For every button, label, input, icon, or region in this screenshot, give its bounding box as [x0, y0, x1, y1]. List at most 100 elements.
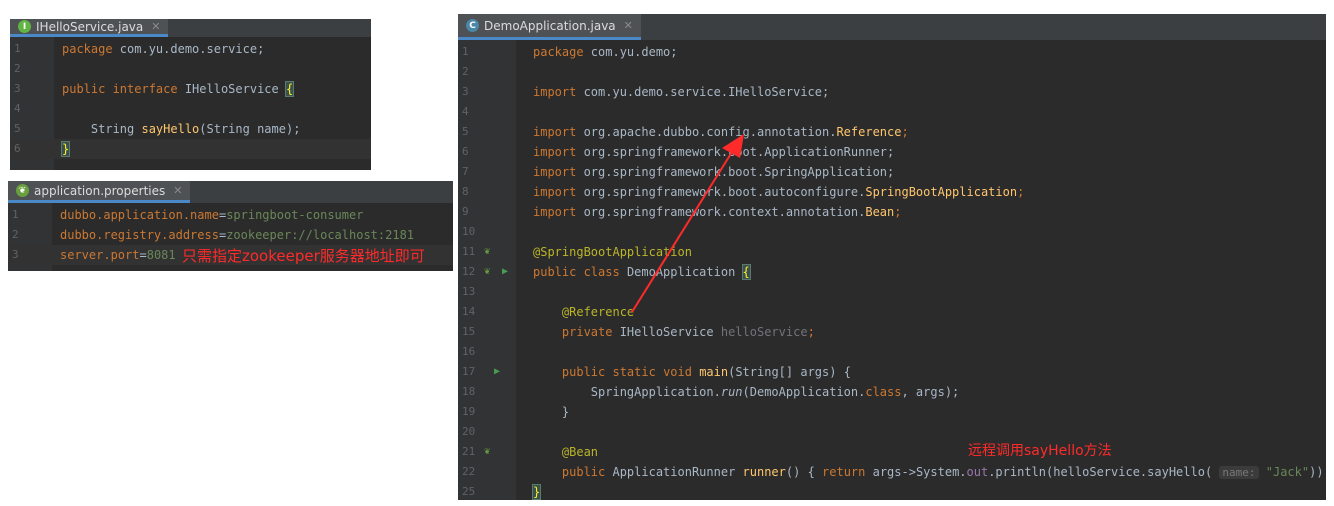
code-token: org.springframework.boot.ApplicationRunn…: [583, 145, 895, 159]
code-token: zookeeper://localhost:2181: [226, 228, 415, 242]
code-token: =: [139, 248, 147, 262]
code-text: package com.yu.demo.service;: [62, 39, 264, 59]
tab-application-properties[interactable]: ❦ application.properties ✕: [8, 181, 191, 203]
line-number: 20: [462, 425, 476, 438]
code-line[interactable]: 11 @SpringBootApplication ❦: [458, 242, 1326, 262]
line-number: 15: [462, 325, 476, 338]
code-line[interactable]: 17 public static void main(String[] args…: [458, 362, 1326, 382]
spring-bean-icon[interactable]: ❦: [484, 242, 490, 262]
code-line[interactable]: 6}: [10, 139, 371, 159]
code-line[interactable]: 16: [458, 342, 1326, 362]
code-line[interactable]: 13: [458, 282, 1326, 302]
line-number: 14: [462, 305, 476, 318]
spring-bean-icon[interactable]: ❦: [484, 442, 490, 462]
code-line[interactable]: 25}: [458, 482, 1326, 500]
code-token: IHelloService: [184, 82, 286, 96]
code-area[interactable]: 1 package com.yu.demo.service; 2 3 public in…: [10, 39, 371, 170]
code-line[interactable]: 4: [10, 99, 371, 119]
code-line[interactable]: 10: [458, 222, 1326, 242]
line-number: 5: [14, 122, 21, 135]
run-icon[interactable]: ▶: [494, 362, 500, 382]
code-token: SpringApplication.: [533, 385, 721, 399]
line-number: 8: [462, 185, 469, 198]
code-line[interactable]: 14 @Reference: [458, 302, 1326, 322]
line-number: 3: [12, 248, 19, 261]
code-line[interactable]: 4: [458, 102, 1326, 122]
tab-demoapplication[interactable]: C DemoApplication.java ✕: [458, 14, 641, 40]
code-line[interactable]: 1 package com.yu.demo;: [458, 42, 1326, 62]
code-token: (String[] args) {: [728, 365, 851, 379]
code-line[interactable]: 15 private IHelloService helloService;: [458, 322, 1326, 342]
code-text: public ApplicationRunner runner() { retu…: [533, 462, 1326, 483]
code-token: dubbo.application.name: [60, 208, 219, 222]
line-number: 5: [462, 125, 469, 138]
spring-leaf-icon: ❦: [16, 184, 29, 197]
close-icon[interactable]: ✕: [624, 19, 633, 32]
code-token: import: [533, 165, 584, 179]
code-token: "Jack": [1265, 465, 1310, 479]
code-token: class: [865, 385, 902, 399]
code-line[interactable]: 3 import com.yu.demo.service.IHelloServic…: [458, 82, 1326, 102]
code-text: String sayHello(String name);: [62, 119, 301, 139]
code-text: import org.springframework.boot.autoconf…: [533, 182, 1024, 202]
code-line[interactable]: 12 public class DemoApplication {❦ ▶: [458, 262, 1326, 282]
code-line[interactable]: 2 dubbo.registry.address=zookeeper://loca…: [8, 225, 453, 245]
code-token: void: [663, 365, 700, 379]
code-token: public: [533, 265, 584, 279]
code-text: public interface IHelloService {: [62, 79, 295, 99]
code-line[interactable]: 2: [458, 62, 1326, 82]
code-token: public: [533, 365, 613, 379]
code-token: helloService: [720, 325, 808, 339]
code-line[interactable]: 19 }: [458, 402, 1326, 422]
code-line[interactable]: 21 @Bean ❦: [458, 442, 1326, 462]
code-line[interactable]: 5 import org.apache.dubbo.config.annotati…: [458, 122, 1326, 142]
parameter-hint: name:: [1219, 466, 1259, 479]
application-properties-editor: ❦ application.properties ✕ 1 dubbo.applic…: [8, 181, 453, 271]
code-text: @SpringBootApplication: [533, 242, 692, 262]
spring-bean-icon[interactable]: ❦: [484, 262, 490, 282]
code-token: Reference: [836, 125, 902, 139]
code-line[interactable]: 8 import org.springframework.boot.autocon…: [458, 182, 1326, 202]
code-token: @Reference: [533, 305, 635, 319]
line-number: 2: [12, 228, 19, 241]
code-line[interactable]: 6 import org.springframework.boot.Applica…: [458, 142, 1326, 162]
code-text: import org.apache.dubbo.config.annotatio…: [533, 122, 909, 142]
run-icon[interactable]: ▶: [502, 262, 508, 282]
line-number: 3: [14, 82, 21, 95]
code-line[interactable]: 5 String sayHello(String name);: [10, 119, 371, 139]
code-text: import org.springframework.boot.SpringAp…: [533, 162, 894, 182]
close-icon[interactable]: ✕: [151, 20, 160, 33]
line-number: 2: [462, 65, 469, 78]
code-line[interactable]: 20: [458, 422, 1326, 442]
code-line[interactable]: 1 package com.yu.demo.service;: [10, 39, 371, 59]
code-line[interactable]: 18 SpringApplication.run(DemoApplication…: [458, 382, 1326, 402]
line-number: 4: [462, 105, 469, 118]
code-text: import com.yu.demo.service.IHelloService…: [533, 82, 829, 102]
code-line[interactable]: 9 import org.springframework.context.anno…: [458, 202, 1326, 222]
line-number: 6: [462, 145, 469, 158]
code-token: ;: [807, 325, 815, 339]
code-token: , args);: [901, 385, 960, 399]
code-token: .println(helloService.sayHello(: [988, 465, 1220, 479]
code-token: org.apache.dubbo.config.annotation.: [583, 125, 837, 139]
code-token: springboot-consumer: [226, 208, 364, 222]
code-area[interactable]: 1 package com.yu.demo; 2 3 import com.yu.dem…: [458, 42, 1326, 500]
code-text: private IHelloService helloService;: [533, 322, 815, 342]
editor-tab-bar: ❦ application.properties ✕: [8, 181, 453, 203]
line-number: 1: [462, 45, 469, 58]
code-token: () {: [785, 465, 823, 479]
line-number: 19: [462, 405, 476, 418]
code-token: )); }: [1309, 465, 1326, 479]
code-line[interactable]: 2: [10, 59, 371, 79]
code-text: dubbo.registry.address=zookeeper://local…: [60, 225, 414, 245]
code-line[interactable]: 22 public ApplicationRunner runner() { r…: [458, 462, 1326, 482]
close-icon[interactable]: ✕: [173, 184, 182, 197]
code-token: import: [533, 125, 584, 139]
code-line[interactable]: 7 import org.springframework.boot.SpringA…: [458, 162, 1326, 182]
code-token: public: [62, 82, 113, 96]
tab-ihelloservice[interactable]: I IHelloService.java ✕: [10, 19, 169, 37]
code-token: com.yu.demo.service.IHelloService;: [583, 85, 830, 99]
code-line[interactable]: 1 dubbo.application.name=springboot-consu…: [8, 205, 453, 225]
code-line[interactable]: 3 public interface IHelloService {: [10, 79, 371, 99]
